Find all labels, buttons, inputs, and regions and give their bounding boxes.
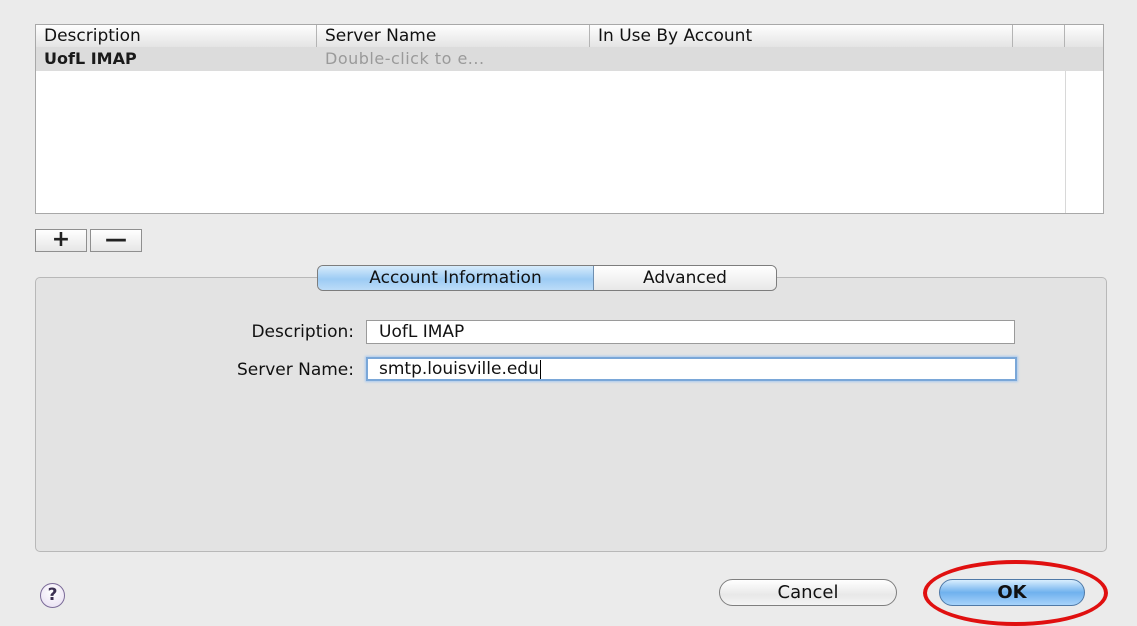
account-details-panel xyxy=(35,277,1107,552)
add-server-button[interactable]: + xyxy=(35,229,87,252)
column-divider xyxy=(1065,71,1066,213)
server-name-label: Server Name: xyxy=(236,360,354,380)
tab-bar: Account Information Advanced xyxy=(317,265,777,291)
column-header-blank xyxy=(1013,25,1065,47)
server-name-field[interactable]: smtp.louisville.edu xyxy=(366,357,1017,381)
text-caret xyxy=(539,359,541,379)
table-header: Description Server Name In Use By Accoun… xyxy=(36,25,1103,48)
help-button[interactable]: ? xyxy=(40,583,65,608)
remove-server-button[interactable]: — xyxy=(90,229,142,252)
column-header-in-use-by-account[interactable]: In Use By Account xyxy=(590,25,1013,47)
row-description[interactable]: UofL IMAP xyxy=(36,47,317,71)
row-server-name[interactable]: Double-click to e... xyxy=(317,47,590,71)
row-in-use-by xyxy=(590,47,1013,71)
description-field[interactable]: UofL IMAP xyxy=(366,320,1015,344)
table-row[interactable]: UofL IMAP Double-click to e... xyxy=(36,47,1103,71)
column-header-server-name[interactable]: Server Name xyxy=(317,25,590,47)
red-annotation-circle xyxy=(923,560,1108,626)
description-label: Description: xyxy=(251,322,354,342)
server-name-value: smtp.louisville.edu xyxy=(379,359,539,379)
tab-account-information[interactable]: Account Information xyxy=(318,266,594,290)
column-header-description[interactable]: Description xyxy=(36,25,317,47)
column-header-blank-2 xyxy=(1065,25,1103,47)
tab-advanced[interactable]: Advanced xyxy=(594,266,776,290)
smtp-server-table[interactable]: Description Server Name In Use By Accoun… xyxy=(35,24,1104,214)
cancel-button[interactable]: Cancel xyxy=(719,579,897,606)
